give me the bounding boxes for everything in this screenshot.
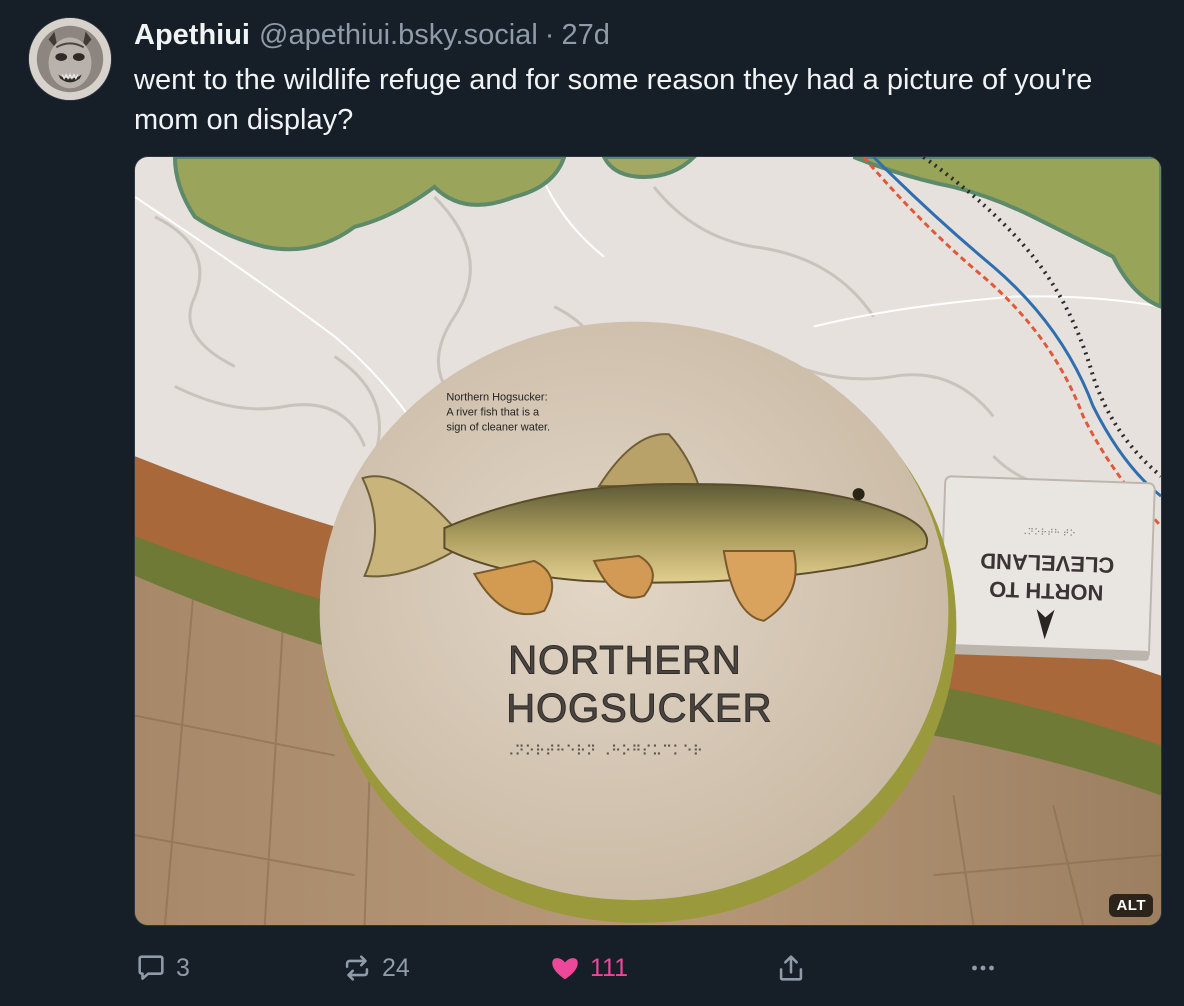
sign-title-line2: HOGSUCKER: [506, 687, 772, 731]
svg-text:⠠⠝⠕⠗⠞⠓ ⠞⠕: ⠠⠝⠕⠗⠞⠓ ⠞⠕: [1021, 527, 1076, 539]
post-image[interactable]: ⠠⠝⠕⠗⠞⠓ ⠞⠕ CLEVELAND NORTH TO Northern Ho…: [134, 156, 1162, 926]
share-upload-icon: [779, 955, 803, 981]
repost-arrows-icon: [345, 955, 369, 981]
svg-text:⠠⠝⠕⠗⠞⠓⠑⠗⠝ ⠠⠓⠕⠛⠎⠥⠉⠅⠑⠗: ⠠⠝⠕⠗⠞⠓⠑⠗⠝ ⠠⠓⠕⠛⠎⠥⠉⠅⠑⠗: [504, 743, 703, 759]
sign-caption-line2: A river fish that is a: [446, 406, 540, 418]
like-button[interactable]: 111: [548, 948, 628, 988]
alt-text-badge[interactable]: ALT: [1109, 894, 1153, 917]
repost-button[interactable]: 24: [340, 948, 410, 988]
ellipsis-icon: [972, 965, 994, 971]
post-actions: 3 24 111: [134, 948, 1162, 988]
like-count: 111: [590, 953, 629, 982]
author-handle[interactable]: @apethiui.bsky.social: [259, 16, 538, 54]
reply-button[interactable]: 3: [134, 948, 190, 988]
repost-count: 24: [382, 953, 410, 982]
author-display-name[interactable]: Apethiui: [134, 16, 250, 54]
share-button[interactable]: [774, 948, 808, 988]
heart-icon: [552, 958, 578, 980]
reply-count: 3: [176, 953, 190, 982]
post-card[interactable]: Apethiui @apethiui.bsky.social · 27d wen…: [0, 0, 1184, 1006]
hogsucker-exhibit-photo: ⠠⠝⠕⠗⠞⠓ ⠞⠕ CLEVELAND NORTH TO Northern Ho…: [135, 157, 1161, 925]
side-sign-line2: CLEVELAND: [980, 548, 1115, 578]
post-header: Apethiui @apethiui.bsky.social · 27d: [134, 16, 610, 54]
header-separator: ·: [544, 19, 555, 51]
post-timestamp[interactable]: 27d: [561, 16, 609, 54]
demon-mask-avatar-icon: [29, 18, 111, 100]
sign-caption-line1: Northern Hogsucker:: [446, 391, 547, 403]
sign-caption-line3: sign of cleaner water.: [446, 421, 550, 433]
author-avatar[interactable]: [28, 17, 112, 101]
sign-title-line1: NORTHERN: [508, 639, 741, 683]
side-sign-line1: NORTH TO: [989, 577, 1104, 606]
more-options-button[interactable]: [966, 948, 1000, 988]
post-text: went to the wildlife refuge and for some…: [134, 64, 1093, 136]
speech-bubble-icon: [138, 955, 164, 980]
